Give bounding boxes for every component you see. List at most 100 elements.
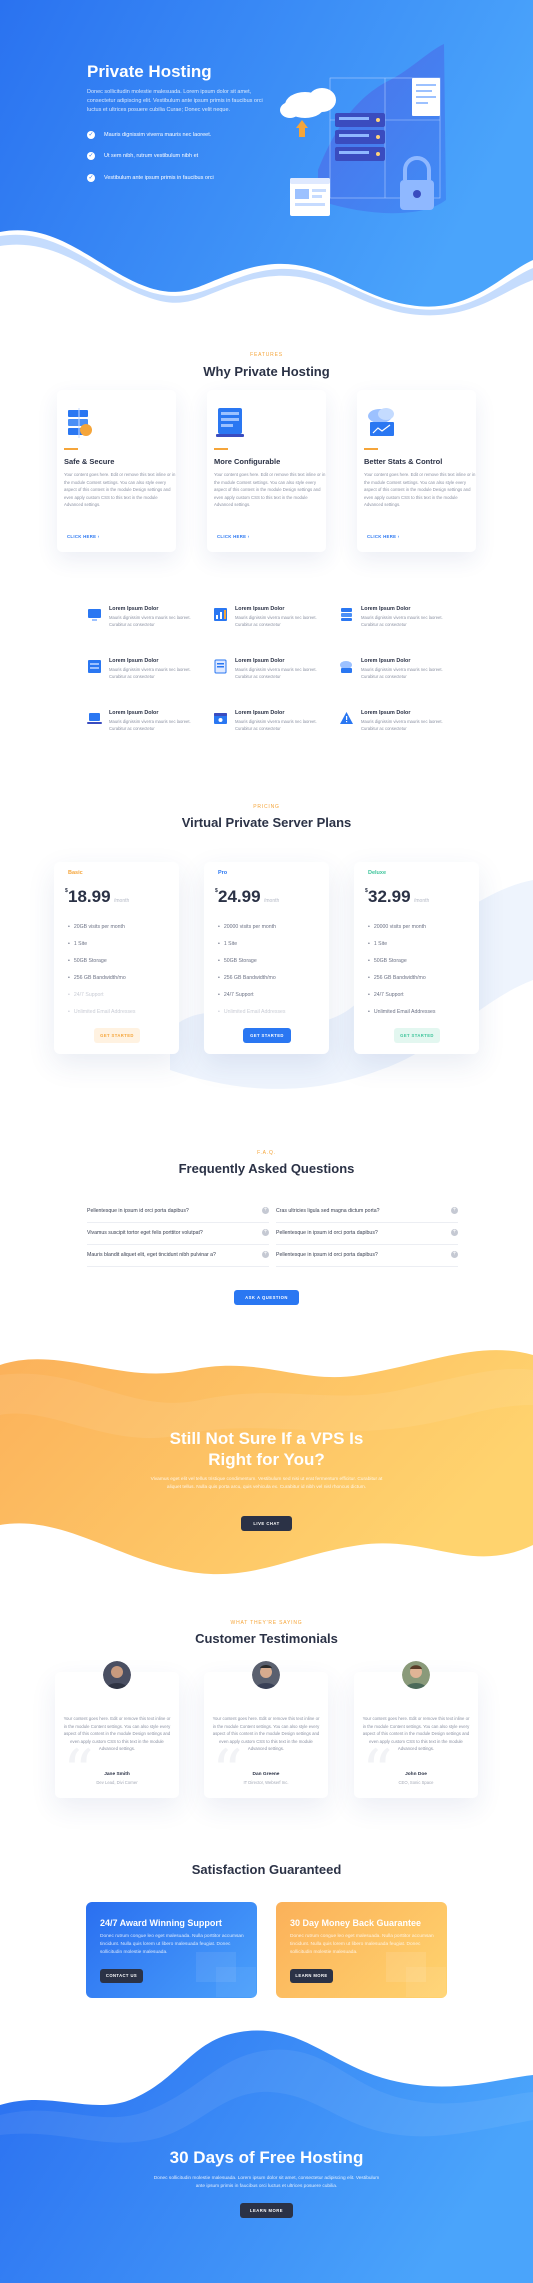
mini-feature-title: Lorem Ipsum Dolor — [235, 606, 285, 612]
click-here-link[interactable]: CLICK HERE › — [67, 534, 100, 539]
testimonial-text: Your content goes here. Edit or remove t… — [63, 1716, 171, 1752]
feature-card: More Configurable Your content goes here… — [207, 390, 326, 552]
footer-title: 30 Days of Free Hosting — [169, 2148, 364, 2167]
get-started-button[interactable]: GET STARTED — [394, 1028, 440, 1043]
ask-question-button[interactable]: ASK A QUESTION — [234, 1290, 299, 1305]
mini-feature-title: Lorem Ipsum Dolor — [361, 606, 411, 612]
cta-title: Still Not Sure If a VPS Is Right for You… — [0, 1428, 533, 1470]
contact-us-button[interactable]: CONTACT US — [100, 1969, 143, 1983]
footer-description: Donec sollicitudin molestie malesuada. L… — [153, 2176, 380, 2189]
plus-icon[interactable]: + — [451, 1207, 458, 1214]
testimonial-card: “ Your content goes here. Edit or remove… — [354, 1661, 478, 1802]
learn-more-button[interactable]: LEARN MORE — [290, 1969, 333, 1983]
mini-feature-title: Lorem Ipsum Dolor — [235, 710, 285, 716]
faq-item[interactable]: Pellentesque in ipsum id orci porta dapi… — [87, 1203, 269, 1223]
mini-feature: Lorem Ipsum Dolor Mauris dignissim viver… — [213, 710, 331, 744]
plan-feature: 24/7 Support — [218, 992, 286, 1009]
guarantee-card: 30 Day Money Back Guarantee Donec rutrum… — [276, 1902, 447, 1998]
check-icon: ✓ — [87, 130, 95, 139]
footer-learn-more-button[interactable]: LEARN MORE — [240, 2203, 293, 2218]
feature-card: Safe & Secure Your content goes here. Ed… — [57, 390, 176, 552]
chart-icon — [214, 608, 227, 621]
plus-icon[interactable]: + — [451, 1229, 458, 1236]
warning-icon — [340, 712, 353, 724]
cta-description: Vivamus eget elit vel tellus tristique c… — [150, 1477, 383, 1490]
database-icon — [88, 660, 101, 673]
mini-feature-title: Lorem Ipsum Dolor — [109, 658, 159, 664]
cloud-stats-icon — [368, 408, 394, 436]
plan-feature: 20000 visits per month — [218, 924, 286, 941]
faq-eyebrow: F.A.Q. — [257, 1150, 276, 1156]
arrow-right-icon: › — [397, 534, 400, 539]
plan-feature-list: 20000 visits per month 1 Site 50GB Stora… — [368, 924, 436, 1026]
mini-feature-title: Lorem Ipsum Dolor — [109, 606, 159, 612]
avatar — [252, 1661, 280, 1689]
hero-wave-background — [0, 0, 533, 316]
plan-feature: 20GB visits per month — [68, 924, 136, 941]
mini-feature: Lorem Ipsum Dolor Mauris dignissim viver… — [213, 606, 331, 640]
features-eyebrow: FEATURES — [250, 352, 283, 358]
plus-icon[interactable]: + — [262, 1229, 269, 1236]
hero-bullet: ✓ Vestibulum ante ipsum primis in faucibu… — [87, 167, 214, 189]
faq-question: Mauris blandit aliquet elit, eget tincid… — [87, 1252, 216, 1258]
pricing-card-deluxe: Deluxe $ 32.99 /month 20000 visits per m… — [354, 862, 479, 1054]
plan-feature-excluded: Unlimited Email Addresses — [218, 1009, 286, 1026]
guarantee-card-title: 30 Day Money Back Guarantee — [290, 1918, 422, 1928]
plan-feature: 1 Site — [68, 941, 136, 958]
feature-text: Your content goes here. Edit or remove t… — [64, 472, 176, 508]
feature-text: Your content goes here. Edit or remove t… — [214, 472, 326, 508]
feature-accent-line — [214, 448, 228, 450]
testimonials-eyebrow: WHAT THEY'RE SAYING — [230, 1620, 303, 1626]
click-here-link[interactable]: CLICK HERE › — [367, 534, 400, 539]
cta-title-line: Right for You? — [208, 1450, 325, 1469]
monitor-icon — [88, 609, 101, 621]
plan-feature-excluded: 24/7 Support — [68, 992, 136, 1009]
plan-price: 32.99 — [368, 887, 411, 906]
mini-feature-text: Mauris dignissim viverra mauris nec laor… — [361, 615, 443, 627]
get-started-button[interactable]: GET STARTED — [94, 1028, 140, 1043]
plan-feature: 1 Site — [218, 941, 286, 958]
faq-item[interactable]: Mauris blandit aliquet elit, eget tincid… — [87, 1247, 269, 1267]
plan-feature: 50GB Storage — [368, 958, 436, 975]
testimonial-card: “ Your content goes here. Edit or remove… — [204, 1661, 328, 1802]
faq-question: Pellentesque in ipsum id orci porta dapi… — [87, 1208, 189, 1214]
plus-icon[interactable]: + — [262, 1207, 269, 1214]
check-icon: ✓ — [87, 173, 95, 182]
feature-title: Better Stats & Control — [364, 457, 443, 466]
support-card-text: Donec rutrum congue leo eget malesuada. … — [100, 1934, 244, 1955]
mini-feature-text: Mauris dignissim viverra mauris nec laor… — [235, 719, 317, 731]
click-here-link[interactable]: CLICK HERE › — [217, 534, 250, 539]
faq-question: Vivamus suscipit tortor eget felis portt… — [87, 1230, 203, 1236]
testimonial-name: John Doe — [405, 1772, 427, 1777]
live-chat-button[interactable]: LIVE CHAT — [241, 1516, 292, 1531]
browser-icon — [214, 713, 227, 724]
faq-item[interactable]: Cras ultricies ligula sed magna dictum p… — [276, 1203, 458, 1223]
plan-period: /month — [114, 898, 130, 904]
hero-bullet-text: Vestibulum ante ipsum primis in faucibus… — [104, 174, 214, 181]
plan-price: 18.99 — [68, 887, 111, 906]
testimonial-name: Jane Smith — [104, 1772, 130, 1777]
faq-question: Pellentesque in ipsum id orci porta dapi… — [276, 1230, 378, 1236]
testimonial-role: CEO, Sonic Space — [398, 1780, 434, 1785]
faq-item[interactable]: Pellentesque in ipsum id orci porta dapi… — [276, 1225, 458, 1245]
mini-feature: Lorem Ipsum Dolor Mauris dignissim viver… — [87, 710, 205, 744]
faq-item[interactable]: Pellentesque in ipsum id orci porta dapi… — [276, 1247, 458, 1267]
mini-feature: Lorem Ipsum Dolor Mauris dignissim viver… — [87, 658, 205, 692]
check-icon: ✓ — [87, 152, 95, 161]
plus-icon[interactable]: + — [451, 1251, 458, 1258]
testimonial-name: Dan Greene — [252, 1772, 280, 1777]
support-card-title: 24/7 Award Winning Support — [100, 1918, 222, 1928]
feature-title: Safe & Secure — [64, 457, 115, 466]
cta-title-line: Still Not Sure If a VPS Is — [169, 1429, 364, 1448]
plus-icon[interactable]: + — [262, 1251, 269, 1258]
mini-feature-title: Lorem Ipsum Dolor — [235, 658, 285, 664]
document-icon — [214, 659, 227, 674]
plan-feature: 20000 visits per month — [368, 924, 436, 941]
faq-item[interactable]: Vivamus suscipit tortor eget felis portt… — [87, 1225, 269, 1245]
get-started-button[interactable]: GET STARTED — [243, 1028, 291, 1043]
testimonial-text: Your content goes here. Edit or remove t… — [212, 1716, 320, 1752]
mini-feature: Lorem Ipsum Dolor Mauris dignissim viver… — [213, 658, 331, 692]
pricing-title: Virtual Private Server Plans — [181, 815, 352, 830]
server-lock-icon — [68, 408, 92, 438]
testimonial-text: Your content goes here. Edit or remove t… — [362, 1716, 470, 1752]
